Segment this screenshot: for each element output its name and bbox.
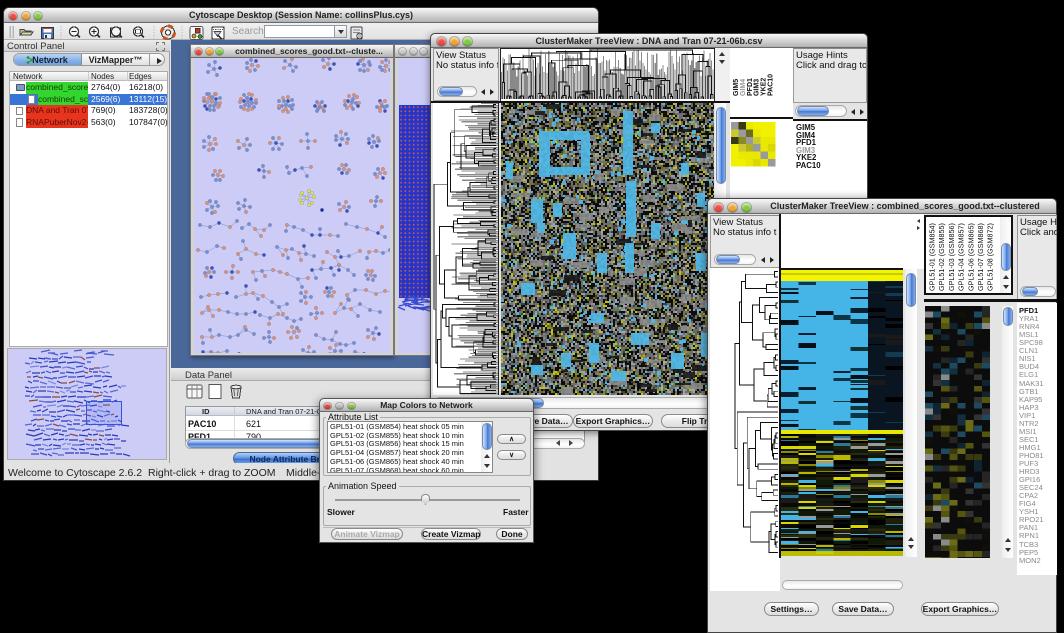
svg-text:GPL51-07 (GSM868): GPL51-07 (GSM868) [976,223,985,291]
svg-text:GPL51-01 (GSM854): GPL51-01 (GSM854) [928,223,937,291]
svg-text:GPL51-02 (GSM855): GPL51-02 (GSM855) [937,223,946,291]
svg-text:PAC10: PAC10 [768,74,775,96]
svg-text:GPL51-06 (GSM865): GPL51-06 (GSM865) [966,223,975,291]
svg-text:GPL51-04 (GSM857): GPL51-04 (GSM857) [957,223,966,291]
svg-text:GPL51-08 (GSM872): GPL51-08 (GSM872) [986,223,995,291]
svg-text:GPL51-03 (GSM856): GPL51-03 (GSM856) [947,223,956,291]
